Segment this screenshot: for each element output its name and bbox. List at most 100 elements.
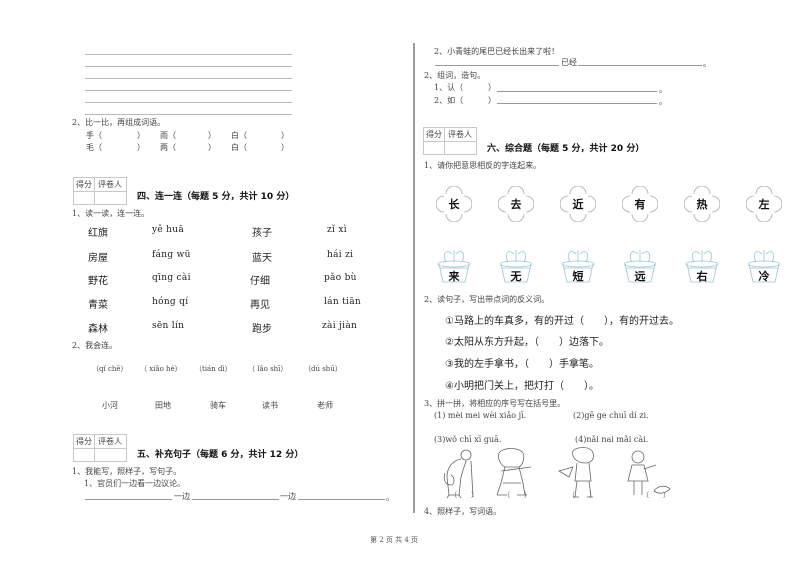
question-label: 1、我能写，照样子，写句子。 <box>72 467 182 476</box>
word-item[interactable]: 老师 <box>317 400 333 411</box>
match-pinyin[interactable]: hóng qí <box>152 297 188 307</box>
score-box: 得分 评卷人 <box>73 434 127 462</box>
pot-char: 右 <box>696 270 708 283</box>
flower-card[interactable]: 近 <box>559 185 597 223</box>
pinyin-sentence: (4)nǎi nai mǎi cài. <box>575 435 649 444</box>
match-word[interactable]: 青菜 <box>88 296 108 311</box>
zuci-item: 1、认（ <box>434 83 464 92</box>
compare-char: 白（ <box>231 143 247 152</box>
fill-end: 。 <box>659 97 667 106</box>
flower-card[interactable]: 去 <box>497 185 535 223</box>
example-sentence: 1、官员们一边看一边议论。 <box>84 479 186 488</box>
writing-line[interactable] <box>85 54 292 55</box>
match-pinyin[interactable]: zǐ xì <box>327 225 347 235</box>
fill-blank[interactable] <box>192 499 279 500</box>
fill-blank[interactable] <box>435 65 559 66</box>
pinyin-sentence: (3)wǒ chī xī guā. <box>434 435 502 444</box>
compare-char: 两（ <box>160 143 176 152</box>
writing-line[interactable] <box>85 114 292 115</box>
writing-line[interactable] <box>85 66 292 67</box>
score-box: 得分 评卷人 <box>423 127 477 155</box>
match-word[interactable]: 红旗 <box>88 224 108 239</box>
match-pinyin[interactable]: yě huā <box>152 225 184 235</box>
fill-word: 一边 <box>280 492 296 501</box>
compare-close: ） <box>137 143 145 152</box>
flowerpot-card[interactable]: 短 <box>560 246 596 286</box>
writing-line[interactable] <box>85 102 292 103</box>
flowerpot-card[interactable]: 远 <box>622 246 658 286</box>
flower-card[interactable]: 长 <box>435 185 473 223</box>
score-box: 得分 评卷人 <box>73 177 127 205</box>
fill-blank[interactable] <box>497 103 657 104</box>
fill-blank[interactable] <box>578 65 702 66</box>
writing-line[interactable] <box>85 90 292 91</box>
compare-close: ） <box>208 143 216 152</box>
compare-close: ） <box>208 131 216 140</box>
page-number: 第 2 页 共 4 页 <box>370 536 419 544</box>
grader-label: 评卷人 <box>448 130 472 139</box>
match-pinyin[interactable]: hái zi <box>327 250 353 260</box>
match-pinyin[interactable]: sēn lín <box>152 321 184 331</box>
compare-close: ） <box>281 131 289 140</box>
match-word[interactable]: 蓝天 <box>252 249 272 264</box>
match-pinyin[interactable]: zài jiàn <box>322 321 357 331</box>
fill-blank[interactable] <box>85 499 172 500</box>
word-item[interactable]: 田地 <box>155 400 171 411</box>
compare-char: 白（ <box>231 131 247 140</box>
antonym-sentence: ①马路上的车真多，有的开过（ ），有的开过去。 <box>445 316 679 327</box>
match-word[interactable]: 仔细 <box>250 272 270 287</box>
flowerpot-card[interactable]: 来 <box>436 246 472 286</box>
question-label: 3、拼一拼，将相应的序号写在括号里。 <box>424 399 566 408</box>
match-word[interactable]: 森林 <box>88 320 108 335</box>
fill-blank[interactable] <box>497 91 657 92</box>
flowerpot-card[interactable]: 右 <box>684 246 720 286</box>
flowerpot-card[interactable]: 无 <box>498 246 534 286</box>
writing-line[interactable] <box>85 78 292 79</box>
pinyin-sentence: (2)gē ge chuī dí zi. <box>573 411 649 420</box>
answer-paren[interactable]: （ ） <box>642 490 670 500</box>
flower-card[interactable]: 热 <box>683 185 721 223</box>
pot-char: 远 <box>634 270 646 283</box>
fill-blank[interactable] <box>298 499 385 500</box>
word-item[interactable]: 读书 <box>262 400 278 411</box>
antonym-sentence: ③我的左手拿书，（ ）手拿笔。 <box>445 359 599 370</box>
pinyin-item[interactable]: （ lǎo shī） <box>248 364 287 374</box>
fill-end: 。 <box>703 59 711 68</box>
match-word[interactable]: 孩子 <box>252 224 272 239</box>
flower-card[interactable]: 左 <box>745 185 783 223</box>
section-title: 五、补充句子（每题 6 分，共计 12 分） <box>137 450 304 460</box>
answer-paren[interactable]: （ ） <box>450 490 478 500</box>
match-word[interactable]: 跑步 <box>252 320 272 335</box>
answer-paren[interactable]: （ ） <box>568 490 596 500</box>
antonym-sentence: ④小明把门关上，把灯打（ ）。 <box>445 381 599 392</box>
antonym-sentence: ②太阳从东方升起，（ ）边落下。 <box>445 337 609 348</box>
answer-paren[interactable]: （ ） <box>503 490 531 500</box>
flower-char: 近 <box>572 198 584 211</box>
pot-char: 冷 <box>758 270 770 283</box>
pinyin-item[interactable]: （ xiǎo hé） <box>140 364 182 374</box>
pot-char: 短 <box>572 270 584 283</box>
word-item[interactable]: 小河 <box>102 400 118 411</box>
flowerpot-card[interactable]: 冷 <box>746 246 782 286</box>
question-label: 2、读句子，写出带点词的反义词。 <box>424 295 550 304</box>
section-title: 四、连一连（每题 5 分，共计 10 分） <box>137 192 295 202</box>
fill-end: 。 <box>386 493 394 502</box>
fill-word: 一边 <box>174 492 190 501</box>
match-pinyin[interactable]: qīng cài <box>152 273 191 283</box>
match-pinyin[interactable]: lán tiān <box>324 297 361 307</box>
word-item[interactable]: 骑车 <box>210 400 226 411</box>
match-word[interactable]: 房屋 <box>88 249 108 264</box>
match-word[interactable]: 再见 <box>250 296 270 311</box>
pinyin-item[interactable]: （dú shū） <box>304 364 342 374</box>
flower-char: 长 <box>448 198 460 211</box>
match-word[interactable]: 野花 <box>88 272 108 287</box>
match-pinyin[interactable]: fáng wū <box>152 250 191 260</box>
pinyin-item[interactable]: （tián dì） <box>195 364 232 374</box>
question-label: 4、照样子，写词语。 <box>424 507 502 516</box>
example-sentence: 2、小青蛙的尾巴已经长出来了啦！ <box>434 47 560 56</box>
match-pinyin[interactable]: pǎo bù <box>324 273 357 283</box>
score-label: 得分 <box>424 128 445 141</box>
q2-compare-label: 2、比一比，再组成词语。 <box>72 118 166 127</box>
flower-card[interactable]: 有 <box>621 185 659 223</box>
pinyin-item[interactable]: （qí chē） <box>92 364 128 374</box>
